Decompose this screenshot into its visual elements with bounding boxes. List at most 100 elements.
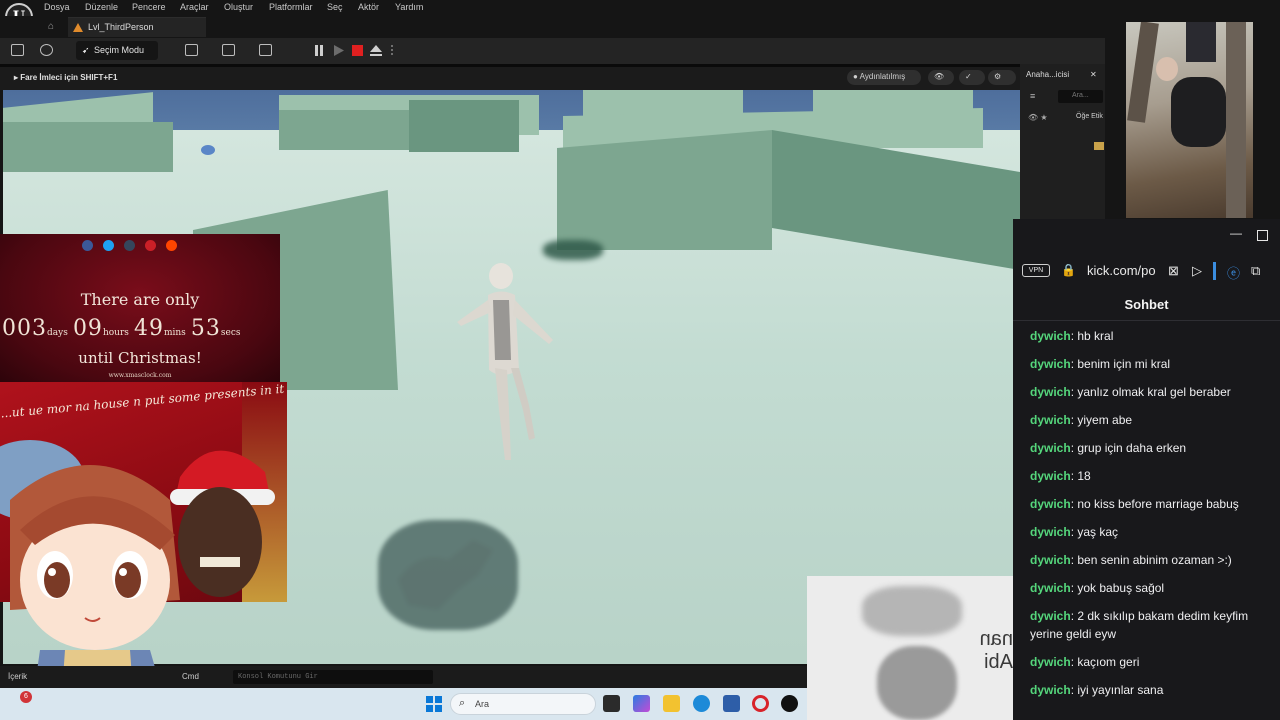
search-icon: ⌕ <box>459 697 466 709</box>
divider <box>1213 262 1216 280</box>
chat-username[interactable]: dywich <box>1030 655 1071 669</box>
lighting-icon: ● <box>853 72 858 81</box>
person-head <box>1156 57 1178 81</box>
menu-file[interactable]: Dosya <box>44 2 70 12</box>
level-tab[interactable]: Lvl_ThirdPerson <box>68 17 206 37</box>
twitter-icon[interactable] <box>103 240 114 251</box>
taskbar-search-label: Ara <box>475 699 490 709</box>
viewport-settings-button[interactable]: ⚙ <box>988 70 1016 85</box>
home-icon[interactable]: ⌂ <box>48 21 54 32</box>
chat-message: dywich: iyi yayınlar sana <box>1030 683 1164 697</box>
character-shadow <box>378 520 518 630</box>
chat-message: dywich: ben senin abinim ozaman >:) <box>1030 553 1232 567</box>
days-label: days <box>47 328 68 338</box>
notification-badge: 6 <box>20 691 32 703</box>
chat-title: Sohbet <box>1124 297 1169 312</box>
chat-username[interactable]: dywich <box>1030 497 1071 511</box>
cmd-dropdown[interactable]: Cmd <box>182 672 199 681</box>
chat-message: dywich: yok babuş sağol <box>1030 581 1165 595</box>
windows-start-icon[interactable] <box>426 696 442 712</box>
chat-username[interactable]: dywich <box>1030 413 1071 427</box>
content-drawer-button[interactable]: İçerik <box>8 672 27 681</box>
copilot-icon[interactable] <box>633 695 650 712</box>
player-character <box>457 263 553 460</box>
source-control-icon[interactable] <box>40 44 53 56</box>
facebook-icon[interactable] <box>82 240 93 251</box>
add-actor-icon[interactable] <box>185 44 198 56</box>
chat-username[interactable]: dywich <box>1030 329 1071 343</box>
menu-select[interactable]: Seç <box>327 2 343 12</box>
chat-username[interactable]: dywich <box>1030 385 1071 399</box>
chat-username[interactable]: dywich <box>1030 525 1071 539</box>
cinematics-icon[interactable] <box>259 44 272 56</box>
extensions-icon[interactable]: ⧉ <box>1251 263 1260 279</box>
menu-platforms[interactable]: Platformlar <box>269 2 313 12</box>
chat-message: dywich: kaçıom geri <box>1030 655 1140 669</box>
chat-text: yaş kaç <box>1077 525 1119 539</box>
outliner-tab[interactable]: Anaha...icisi <box>1026 70 1069 79</box>
snap-button[interactable]: ✓ <box>959 70 985 85</box>
address-bar[interactable]: kick.com/po <box>1087 263 1156 278</box>
menu-edit[interactable]: Düzenle <box>85 2 118 12</box>
menu-help[interactable]: Yardım <box>395 2 423 12</box>
selection-mode-label: Seçim Modu <box>94 45 145 55</box>
lighting-mode-button[interactable]: ● Aydınlatılmış <box>847 70 921 85</box>
minimize-icon[interactable]: — <box>1230 226 1242 240</box>
menu-window[interactable]: Pencere <box>132 2 166 12</box>
chat-text: 18 <box>1077 469 1091 483</box>
file-explorer-icon[interactable] <box>663 695 680 712</box>
show-flags-button[interactable]: 👁 <box>928 70 954 85</box>
block-icon[interactable]: ⊠ <box>1168 263 1179 279</box>
chat-username[interactable]: dywich <box>1030 357 1071 371</box>
unreal-taskbar-icon[interactable] <box>781 695 798 712</box>
vpn-extension-icon[interactable]: ⓔ <box>1227 263 1240 282</box>
viewport-hint: ▸ Fare İmleci için SHIFT+F1 <box>14 73 118 82</box>
eject-icon <box>370 45 382 52</box>
close-icon[interactable]: ✕ <box>1090 70 1097 79</box>
chat-username[interactable]: dywich <box>1030 553 1071 567</box>
hours-value: 09 <box>72 316 103 341</box>
tumblr-icon[interactable] <box>124 240 135 251</box>
chat-username[interactable]: dywich <box>1030 581 1071 595</box>
cursor-icon: ➹ <box>82 45 90 55</box>
send-icon[interactable]: ▷ <box>1192 263 1202 279</box>
outliner-column-label: Öğe Etik <box>1076 113 1103 120</box>
menu-build[interactable]: Oluştur <box>224 2 253 12</box>
chat-username[interactable]: dywich <box>1030 683 1071 697</box>
chat-username[interactable]: dywich <box>1030 441 1071 455</box>
menu-actor[interactable]: Aktör <box>358 2 379 12</box>
visibility-icon[interactable]: 👁 ★ <box>1028 113 1048 122</box>
menu-tools[interactable]: Araçlar <box>180 2 209 12</box>
opera-icon[interactable] <box>752 695 769 712</box>
pinterest-icon[interactable] <box>145 240 156 251</box>
chat-username[interactable]: dywich <box>1030 469 1071 483</box>
level-icon <box>73 23 83 32</box>
reddit-icon[interactable] <box>166 240 177 251</box>
vpn-badge[interactable]: VPN <box>1022 264 1050 277</box>
blueprint-icon[interactable] <box>222 44 235 56</box>
meme-overlay: nan Abi <box>807 576 1013 720</box>
maze-wall <box>279 110 409 150</box>
countdown-digits: 003days 09hours 49mins 53secs <box>2 316 280 341</box>
store-icon[interactable] <box>723 695 740 712</box>
task-view-icon[interactable] <box>603 695 620 712</box>
outliner-panel: Anaha...icisi ✕ ≡ Ara... 👁 ★ Öğe Etik <box>1020 64 1105 219</box>
chat-divider <box>1013 320 1280 321</box>
chat-message: dywich: 2 dk sıkılıp bakam dedim keyfim … <box>1030 609 1249 641</box>
edge-icon[interactable] <box>693 695 710 712</box>
filter-icon[interactable]: ≡ <box>1030 91 1035 101</box>
selection-mode-button[interactable]: ➹ Seçim Modu <box>76 41 158 60</box>
maximize-icon[interactable] <box>1257 230 1268 241</box>
chat-message: dywich: 18 <box>1030 469 1091 483</box>
chat-username[interactable]: dywich <box>1030 609 1071 623</box>
person-body <box>1171 77 1226 147</box>
christmas-countdown-widget: There are only 003days 09hours 49mins 53… <box>0 234 280 382</box>
menu-bar <box>0 0 1105 16</box>
chat-message: dywich: yiyem abe <box>1030 413 1133 427</box>
taskbar-search[interactable]: ⌕ Ara <box>450 693 596 715</box>
save-icon[interactable] <box>11 44 24 56</box>
console-input[interactable]: Konsol Komutunu Gir <box>233 670 433 684</box>
maze-wall <box>3 122 173 172</box>
outliner-search[interactable]: Ara... <box>1058 90 1103 103</box>
lock-icon: 🔒 <box>1061 263 1076 277</box>
